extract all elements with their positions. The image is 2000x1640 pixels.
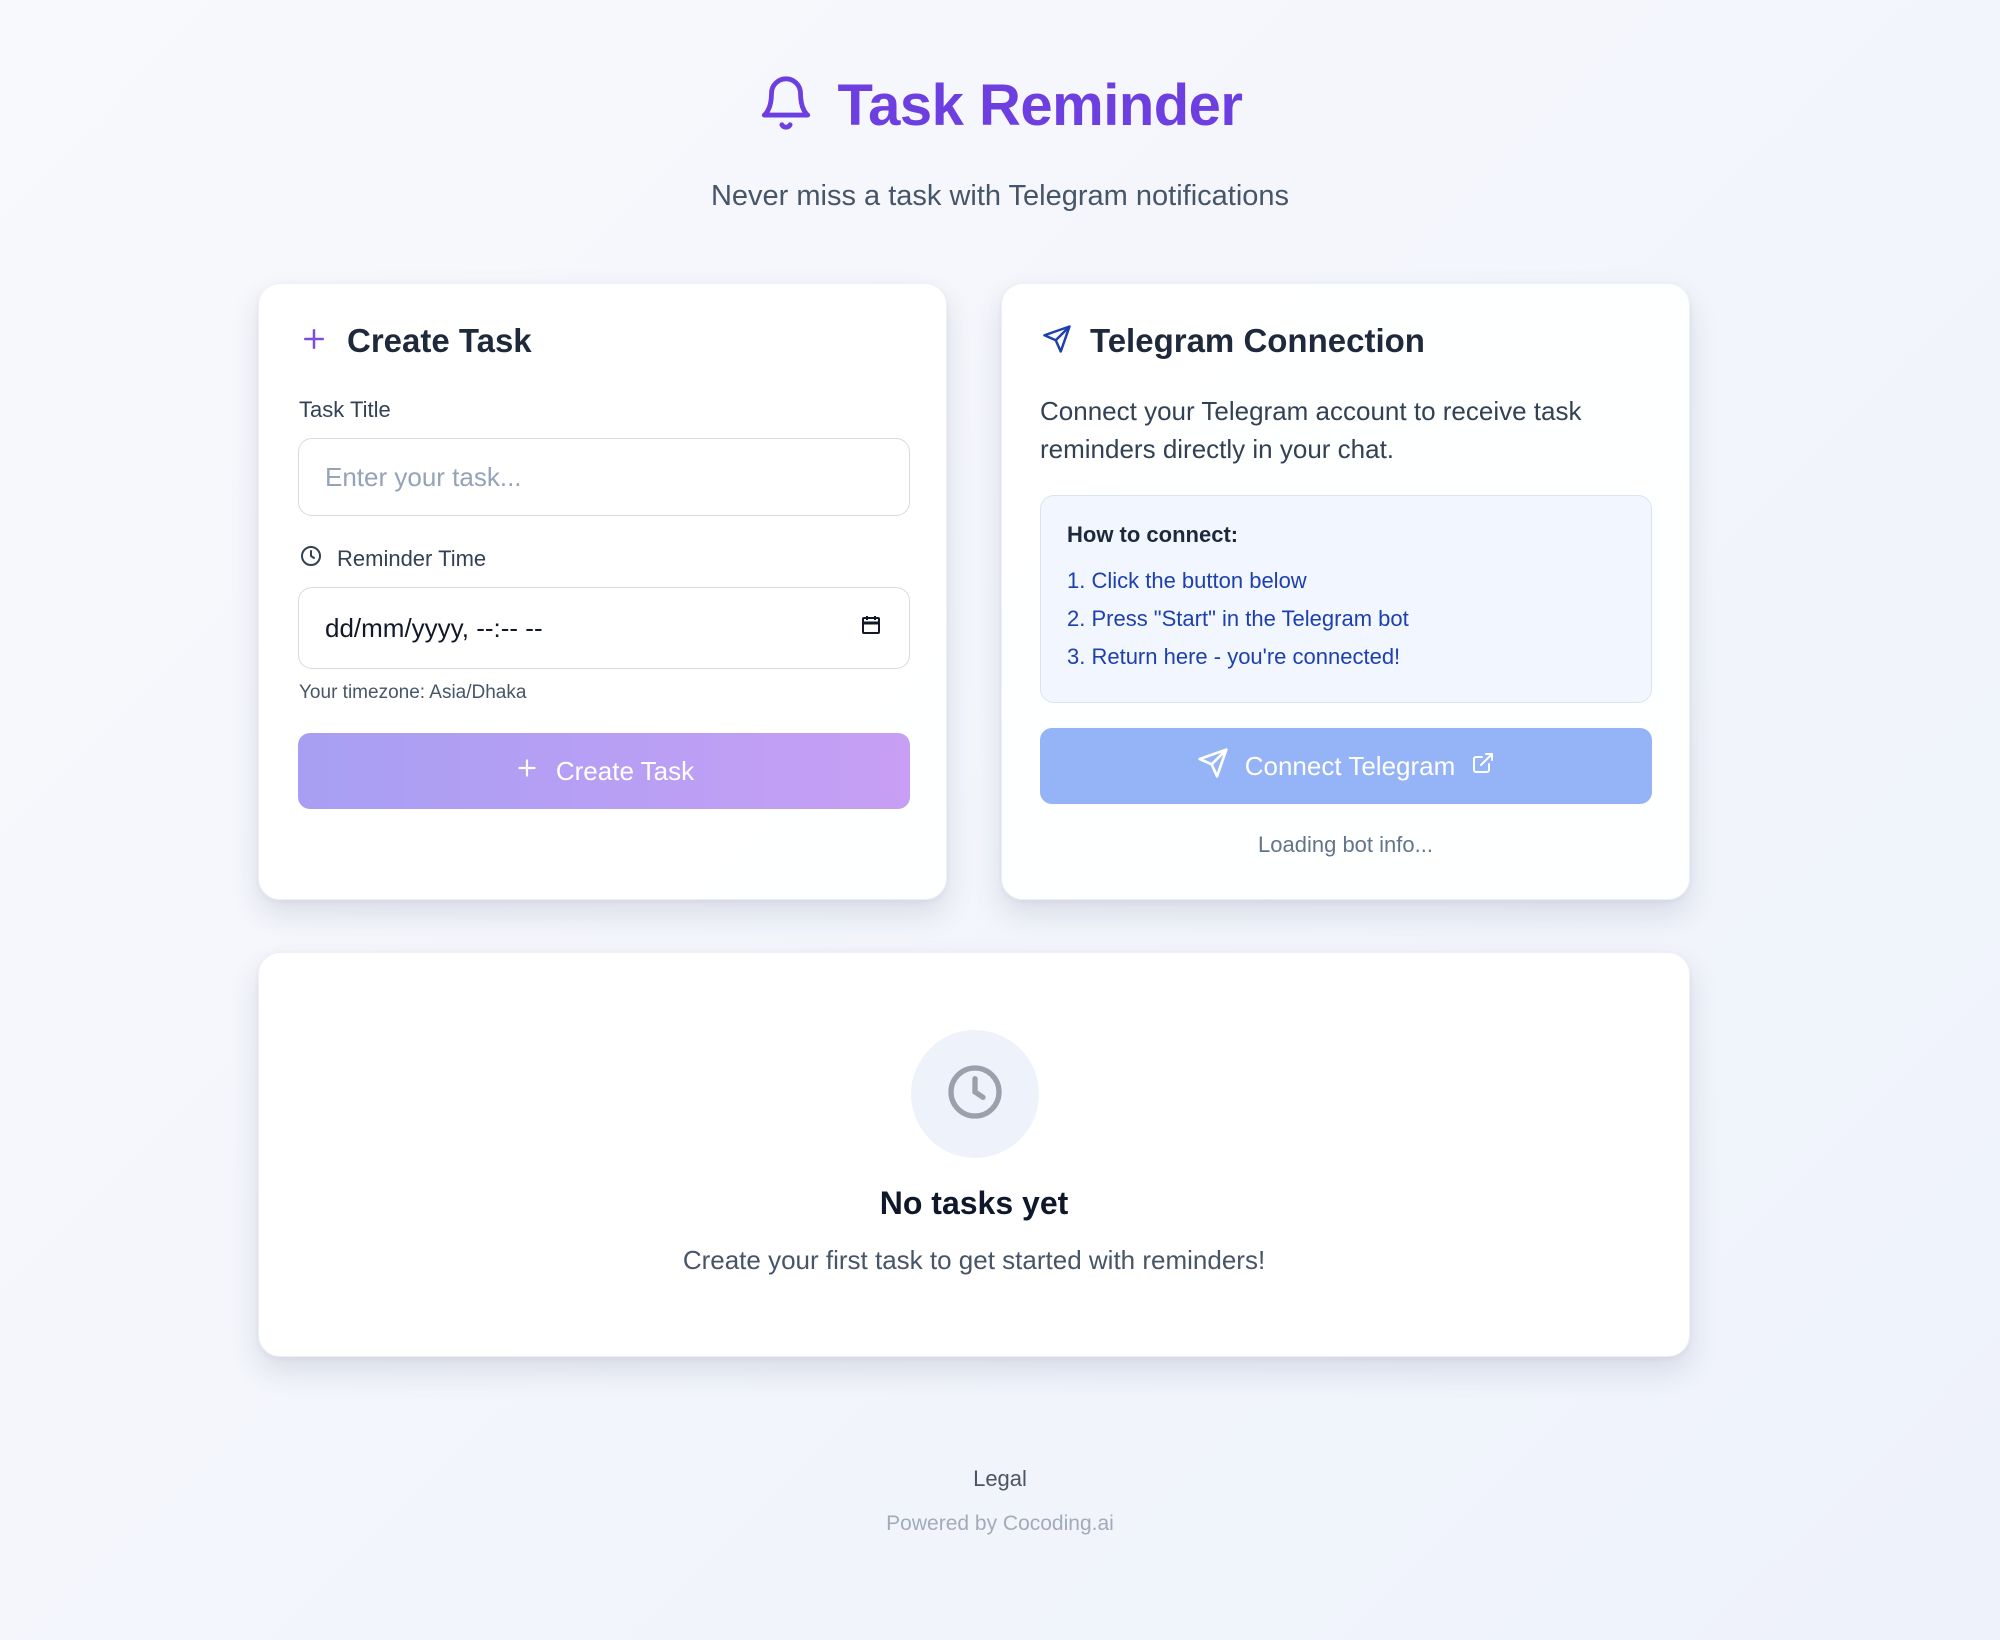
powered-by-text: Powered by Cocoding.ai <box>886 1512 1114 1535</box>
reminder-datetime-input[interactable]: dd/mm/yyyy, --:-- -- <box>298 587 910 669</box>
empty-state-title: No tasks yet <box>879 1185 1069 1221</box>
bot-status-text: Loading bot info... <box>1258 832 1433 857</box>
task-title-input[interactable]: Enter your task... <box>298 438 910 516</box>
create-task-card: Create Task Task Title Enter your task..… <box>258 283 947 900</box>
create-task-header: Create Task <box>299 322 532 360</box>
telegram-description: Connect your Telegram account to receive… <box>1040 396 1582 464</box>
app-subtitle: Never miss a task with Telegram notifica… <box>710 180 1290 212</box>
create-task-button[interactable]: Create Task <box>298 733 910 809</box>
connect-telegram-button[interactable]: Connect Telegram <box>1040 728 1652 804</box>
app-title: Task Reminder <box>837 72 1243 138</box>
connect-step: 1. Click the button below <box>1067 568 1307 593</box>
calendar-icon[interactable] <box>859 613 883 644</box>
title-row: Task Reminder <box>0 70 2000 140</box>
app-header: Task Reminder Never miss a task with Tel… <box>0 70 2000 213</box>
bell-icon <box>757 71 815 140</box>
plus-icon <box>514 755 540 788</box>
clock-icon <box>943 1060 1007 1129</box>
empty-state-icon-bg <box>911 1030 1039 1158</box>
send-icon <box>1197 747 1229 786</box>
create-task-button-label: Create Task <box>555 755 695 786</box>
send-icon <box>1042 324 1072 359</box>
connect-step: 2. Press "Start" in the Telegram bot <box>1067 606 1409 631</box>
plus-icon <box>299 324 329 359</box>
telegram-header: Telegram Connection <box>1042 322 1425 360</box>
page: Task Reminder Never miss a task with Tel… <box>0 0 2000 1640</box>
timezone-hint: Your timezone: Asia/Dhaka <box>299 682 527 703</box>
connect-step: 3. Return here - you're connected! <box>1067 644 1401 669</box>
how-to-connect-box: How to connect: 1. Click the button belo… <box>1040 495 1652 703</box>
empty-state-subtitle: Create your first task to get started wi… <box>682 1245 1266 1275</box>
task-title-placeholder: Enter your task... <box>325 461 522 492</box>
clock-icon <box>299 544 323 574</box>
reminder-time-label: Reminder Time <box>299 544 486 574</box>
create-task-heading: Create Task <box>347 322 532 359</box>
how-to-connect-title: How to connect: <box>1067 522 1239 547</box>
task-title-label: Task Title <box>299 397 391 422</box>
telegram-card: Telegram Connection Connect your Telegra… <box>1001 283 1690 900</box>
tasks-card: No tasks yet Create your first task to g… <box>258 952 1690 1357</box>
legal-link[interactable]: Legal <box>0 1466 2000 1492</box>
external-link-icon <box>1471 751 1495 782</box>
reminder-time-text: Reminder Time <box>337 546 487 571</box>
telegram-heading: Telegram Connection <box>1090 322 1425 359</box>
connect-telegram-label: Connect Telegram <box>1244 750 1456 781</box>
datetime-value: dd/mm/yyyy, --:-- -- <box>325 612 543 643</box>
